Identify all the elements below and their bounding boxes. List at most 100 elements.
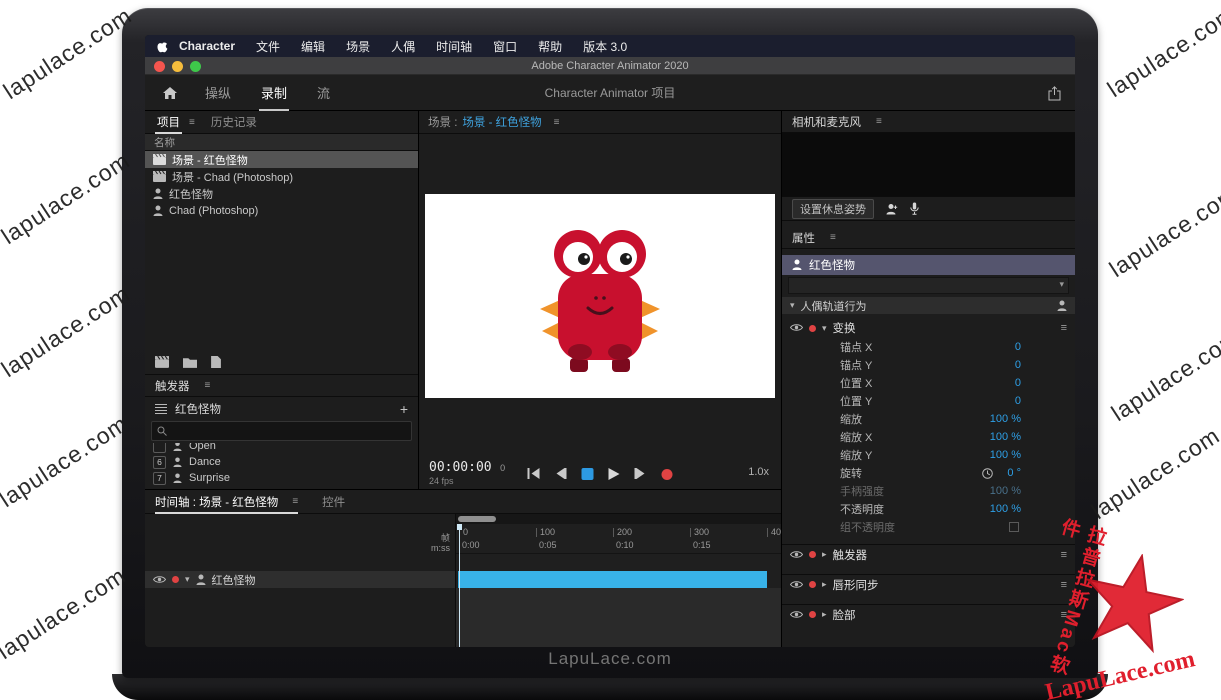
scene-title-name[interactable]: 场景 - 红色怪物: [462, 114, 541, 130]
tab-record[interactable]: 录制: [259, 75, 289, 111]
eye-icon[interactable]: [153, 574, 166, 586]
previous-frame-button[interactable]: [555, 465, 567, 483]
add-trigger-button[interactable]: +: [400, 401, 408, 417]
new-folder-icon[interactable]: [183, 354, 197, 372]
clock-icon[interactable]: [982, 467, 993, 479]
property-value[interactable]: 0: [1015, 341, 1021, 353]
arm-record-dot[interactable]: [809, 325, 816, 332]
arm-record-dot[interactable]: [172, 576, 179, 583]
arm-record-dot[interactable]: [809, 611, 816, 618]
zoom-button[interactable]: [190, 61, 201, 72]
timecode-display[interactable]: 00:00:00: [429, 460, 492, 475]
play-button[interactable]: [609, 465, 620, 483]
selected-puppet-row[interactable]: 红色怪物: [782, 255, 1075, 275]
project-row-chad-puppet[interactable]: Chad (Photoshop): [145, 202, 418, 219]
playhead-line[interactable]: [459, 524, 460, 647]
menu-item-edit[interactable]: 编辑: [301, 38, 325, 55]
window-title-bar: Adobe Character Animator 2020: [145, 57, 1075, 75]
playback-speed[interactable]: 1.0x: [748, 466, 769, 478]
eye-icon[interactable]: [790, 549, 803, 561]
chevron-down-icon[interactable]: ▾: [822, 323, 827, 334]
watermark-text: lapulace.com: [0, 2, 137, 105]
trigger-row-open[interactable]: Open: [145, 443, 418, 454]
timeline-track-header[interactable]: ▾ 红色怪物: [145, 571, 455, 588]
microphone-icon[interactable]: [910, 202, 919, 215]
camera-person-icon[interactable]: [886, 202, 898, 214]
property-value[interactable]: 100 %: [990, 413, 1021, 425]
property-value[interactable]: 100 %: [990, 449, 1021, 461]
menu-item-timeline[interactable]: 时间轴: [436, 38, 472, 55]
property-value[interactable]: 0 °: [1007, 467, 1021, 479]
menu-item-puppet[interactable]: 人偶: [391, 38, 415, 55]
trigger-key-badge[interactable]: 7: [153, 472, 166, 485]
menu-item-scene[interactable]: 场景: [346, 38, 370, 55]
project-row-red-monster-puppet[interactable]: 红色怪物: [145, 185, 418, 202]
arm-record-dot[interactable]: [809, 551, 816, 558]
tab-stream[interactable]: 流: [315, 75, 332, 111]
record-button[interactable]: [662, 469, 673, 480]
puppet-track-icon[interactable]: [1057, 300, 1067, 312]
menu-item-window[interactable]: 窗口: [493, 38, 517, 55]
scrollbar-thumb[interactable]: [458, 516, 496, 522]
tab-timeline[interactable]: 时间轴 : 场景 - 红色怪物 ≡: [155, 490, 298, 514]
chevron-right-icon[interactable]: ▸: [822, 579, 827, 590]
behavior-transform-header[interactable]: ▾ 变换 ≡: [782, 318, 1075, 338]
timeline-zoom-scrollbar[interactable]: [456, 514, 781, 524]
eye-icon[interactable]: [790, 322, 803, 334]
behavior-filter-dropdown[interactable]: ▾: [788, 277, 1069, 294]
stop-button[interactable]: [582, 468, 594, 480]
new-item-icon[interactable]: [211, 354, 221, 372]
chevron-right-icon[interactable]: ▸: [822, 609, 827, 620]
property-value[interactable]: 0: [1015, 359, 1021, 371]
chevron-down-icon[interactable]: ▾: [790, 300, 795, 311]
share-icon[interactable]: [1048, 85, 1061, 101]
trigger-search-input[interactable]: [151, 421, 412, 441]
set-rest-pose-button[interactable]: 设置休息姿势: [792, 199, 874, 219]
next-frame-button[interactable]: [635, 465, 647, 483]
tab-history[interactable]: 历史记录: [211, 114, 257, 130]
go-to-start-button[interactable]: [528, 465, 540, 483]
trigger-row-surprise[interactable]: 7 Surprise: [145, 470, 418, 486]
timeline-clip[interactable]: [458, 571, 767, 588]
menu-item-help[interactable]: 帮助: [538, 38, 562, 55]
new-scene-icon[interactable]: [155, 354, 169, 372]
property-value[interactable]: 0: [1015, 377, 1021, 389]
menu-app-name[interactable]: Character: [179, 39, 235, 53]
menu-item-version[interactable]: 版本 3.0: [583, 38, 627, 55]
panel-menu-icon[interactable]: ≡: [189, 117, 195, 128]
panel-menu-icon[interactable]: ≡: [205, 380, 211, 391]
tab-controls[interactable]: 控件: [322, 494, 345, 510]
panel-menu-icon[interactable]: ≡: [830, 232, 836, 243]
eye-icon[interactable]: [790, 579, 803, 591]
puppet-track-behaviors-section[interactable]: ▾ 人偶轨道行为: [782, 297, 1075, 314]
home-icon[interactable]: [163, 87, 177, 99]
project-row-scene-red-monster[interactable]: 场景 - 红色怪物: [145, 151, 418, 168]
panel-menu-icon[interactable]: ≡: [292, 496, 298, 507]
panel-menu-icon[interactable]: ≡: [876, 116, 882, 127]
minimize-button[interactable]: [172, 61, 183, 72]
trigger-key-badge[interactable]: [153, 443, 166, 453]
trigger-row-dance[interactable]: 6 Dance: [145, 454, 418, 470]
menu-item-file[interactable]: 文件: [256, 38, 280, 55]
scene-stage[interactable]: [425, 194, 775, 398]
property-value[interactable]: 100 %: [990, 503, 1021, 515]
keyboard-grid-icon: [155, 403, 167, 415]
trigger-key-badge[interactable]: 6: [153, 456, 166, 469]
project-row-scene-chad[interactable]: 场景 - Chad (Photoshop): [145, 168, 418, 185]
behavior-menu-icon[interactable]: ≡: [1061, 322, 1067, 334]
chevron-down-icon[interactable]: ▾: [185, 574, 190, 585]
properties-title: 属性: [792, 230, 815, 246]
close-button[interactable]: [154, 61, 165, 72]
panel-menu-icon[interactable]: ≡: [554, 117, 560, 128]
property-value[interactable]: 0: [1015, 395, 1021, 407]
tab-project[interactable]: 项目: [155, 111, 182, 134]
apple-icon[interactable]: [157, 39, 169, 53]
property-value[interactable]: 100 %: [990, 431, 1021, 443]
arm-record-dot[interactable]: [809, 581, 816, 588]
puppet-icon: [196, 574, 206, 586]
tab-rig[interactable]: 操纵: [203, 75, 233, 111]
group-opacity-checkbox[interactable]: [1009, 522, 1019, 532]
chevron-right-icon[interactable]: ▸: [822, 549, 827, 560]
timeline-ruler[interactable]: 0 100 200 300 40 0:00 0:05 0:10 0:15: [456, 524, 781, 554]
eye-icon[interactable]: [790, 609, 803, 621]
